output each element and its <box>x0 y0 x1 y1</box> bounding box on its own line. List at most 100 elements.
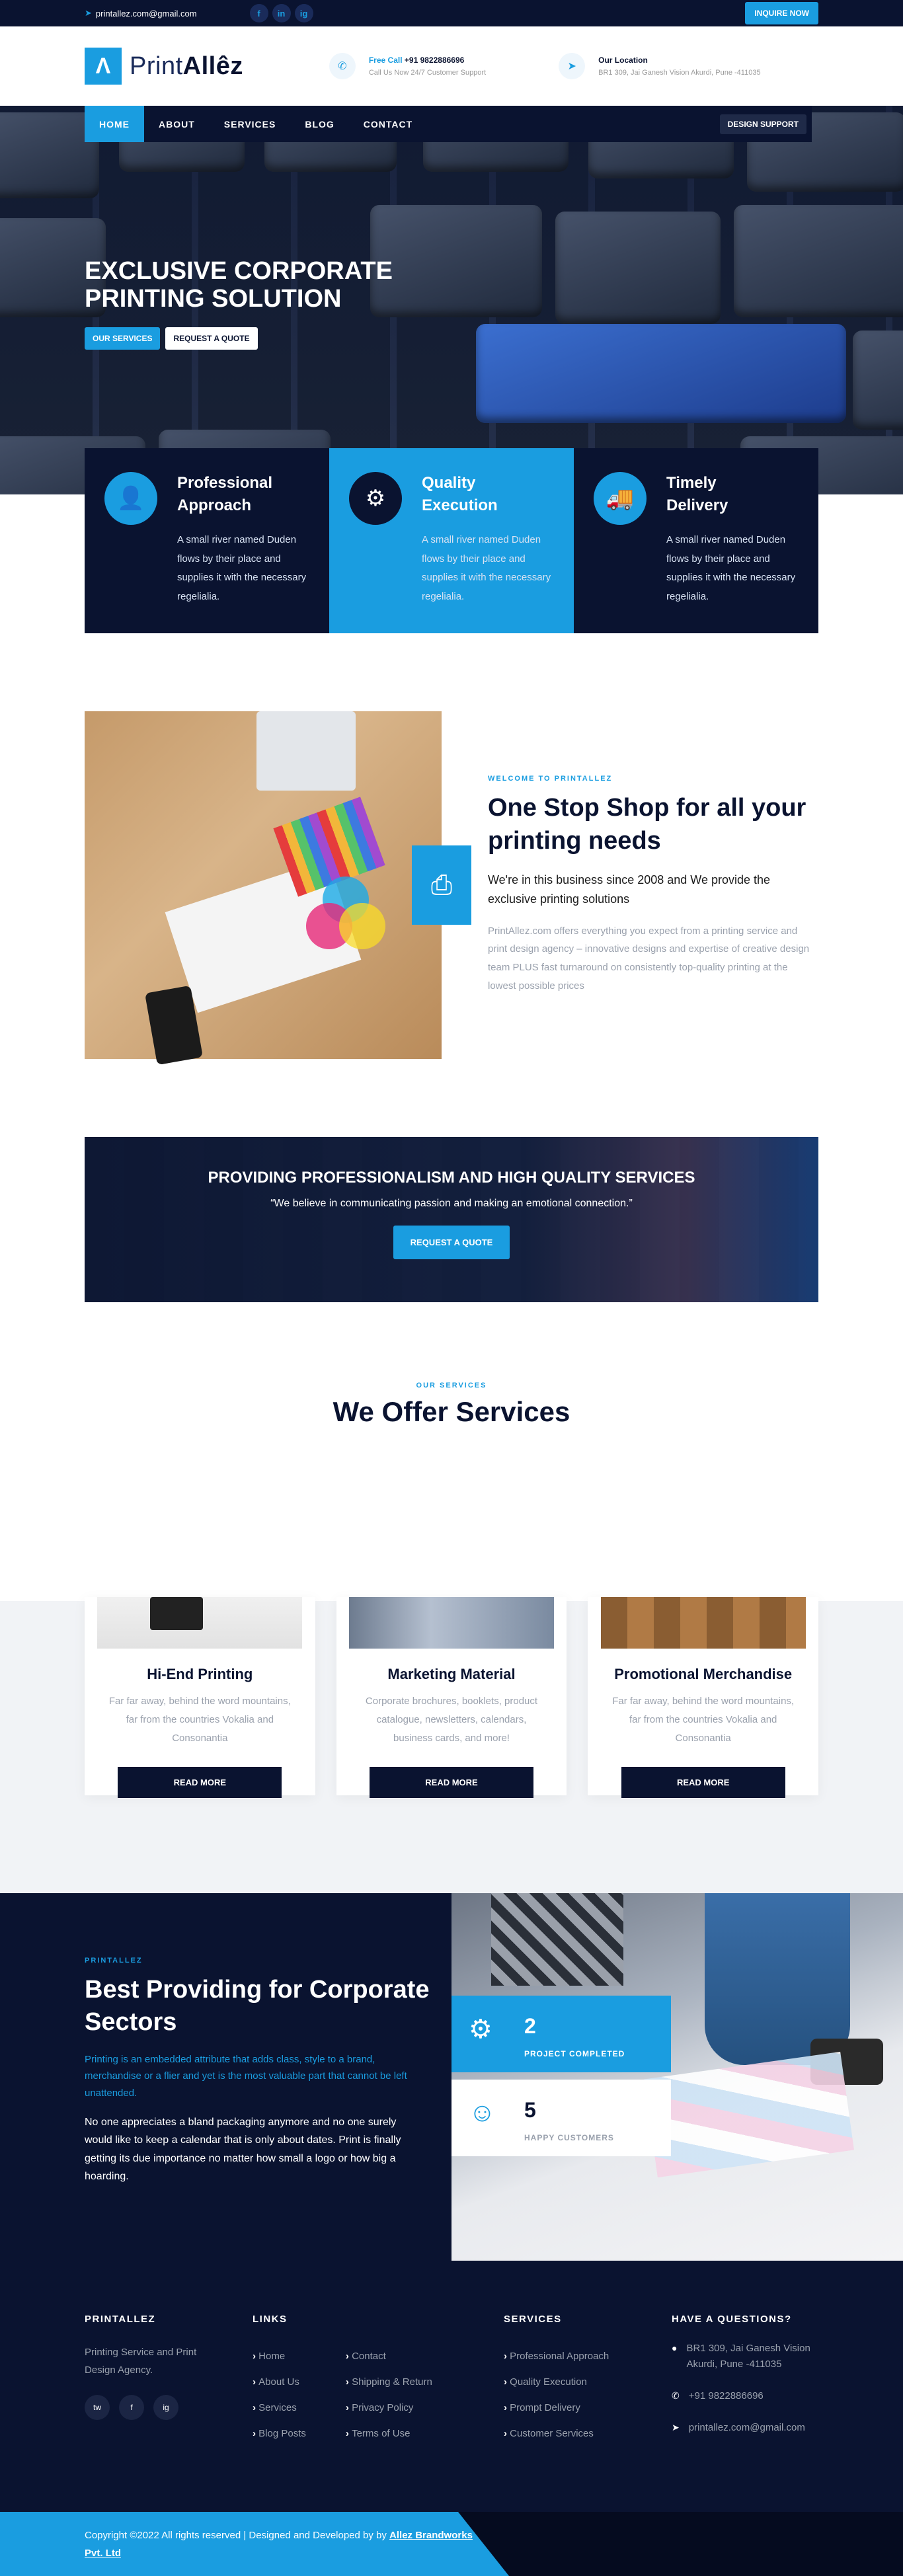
top-email-text: printallez.com@gmail.com <box>95 8 197 19</box>
service-title: Promotional Merchandise <box>614 1666 793 1682</box>
facebook-icon[interactable]: f <box>119 2395 144 2420</box>
footer: PRINTALLEZ Printing Service and Print De… <box>0 2261 903 2512</box>
contact-phone[interactable]: +91 9822886696 <box>405 56 464 65</box>
stat-number: 2 <box>524 2014 536 2038</box>
feature-text: A small river named Duden flows by their… <box>177 534 307 602</box>
request-quote-button[interactable]: REQUEST A QUOTE <box>165 327 258 350</box>
footer-phone-text: +91 9822886696 <box>688 2390 764 2401</box>
printer-icon: ⎙ <box>412 845 471 925</box>
footer-service-link[interactable]: Professional Approach <box>504 2343 672 2369</box>
corporate-body-text: No one appreciates a bland packaging any… <box>85 2117 401 2182</box>
footer-about-text: Printing Service and Print Design Agency… <box>85 2347 197 2376</box>
stat-label: HAPPY CUSTOMERS <box>524 2133 614 2142</box>
nav-contact[interactable]: CONTACT <box>349 106 427 142</box>
about-eyebrow: WELCOME TO PRINTALLEZ <box>488 775 613 783</box>
design-desk-image: ⎙ <box>85 711 471 1066</box>
phone-icon: ✆ <box>672 2390 680 2401</box>
worker-icon: ⚙ <box>469 2015 492 2044</box>
footer-title: PRINTALLEZ <box>85 2314 156 2325</box>
read-more-button[interactable]: READ MORE <box>621 1767 785 1799</box>
footer-link-blog[interactable]: Blog Posts <box>253 2421 306 2446</box>
nav-services[interactable]: SERVICES <box>210 106 291 142</box>
cta-banner: PROVIDING PROFESSIONALISM AND HIGH QUALI… <box>0 1137 903 1302</box>
service-card-promotional-merchandise: Promotional Merchandise Far far away, be… <box>588 1597 819 1799</box>
logo-text-bold: Allêz <box>182 52 243 80</box>
footer-service-link[interactable]: Prompt Delivery <box>504 2395 672 2421</box>
paper-plane-icon: ➤ <box>85 8 92 18</box>
facebook-icon[interactable]: f <box>249 4 268 22</box>
banner-request-quote-button[interactable]: REQUEST A QUOTE <box>393 1226 510 1259</box>
about-heading: One Stop Shop for all your printing need… <box>488 794 806 855</box>
service-text: Far far away, behind the word mountains,… <box>612 1696 795 1744</box>
services-section: Hi-End Printing Far far away, behind the… <box>0 1597 903 1893</box>
footer-link-about[interactable]: About Us <box>253 2369 306 2395</box>
copyright-text: Copyright ©2022 All rights reserved | De… <box>85 2526 481 2562</box>
corporate-highlight-text: Printing is an embedded attribute that a… <box>85 2053 407 2099</box>
footer-services: SERVICES Professional Approach Quality E… <box>504 2314 672 2446</box>
service-title: Hi-End Printing <box>147 1666 253 1682</box>
footer-title: LINKS <box>253 2314 288 2325</box>
instagram-icon[interactable]: ig <box>294 4 313 22</box>
footer-link-shipping[interactable]: Shipping & Return <box>346 2369 432 2395</box>
footer-service-link[interactable]: Customer Services <box>504 2421 672 2446</box>
service-card-hi-end-printing: Hi-End Printing Far far away, behind the… <box>85 1597 315 1799</box>
contact-subtitle: Call Us Now 24/7 Customer Support <box>368 69 487 77</box>
footer-link-privacy[interactable]: Privacy Policy <box>346 2395 432 2421</box>
truck-icon: 🚚 <box>594 472 647 525</box>
design-team-image: ⚙ 2 PROJECT COMPLETED ☺ 5 HAPPY CUSTOMER… <box>451 1893 903 2261</box>
top-email[interactable]: ➤ printallez.com@gmail.com <box>85 8 197 19</box>
footer-phone[interactable]: ✆ +91 9822886696 <box>672 2388 818 2404</box>
instagram-icon[interactable]: ig <box>153 2395 178 2420</box>
footer-service-link[interactable]: Quality Execution <box>504 2369 672 2395</box>
location-arrow-icon: ➤ <box>559 53 586 79</box>
service-image <box>600 1597 806 1649</box>
stat-happy-customers: ☺ 5 HAPPY CUSTOMERS <box>451 2080 671 2156</box>
service-title: Marketing Material <box>387 1666 516 1682</box>
header: Λ PrintAllêz ✆ Free Call +91 9822886696 … <box>0 26 903 106</box>
service-image <box>97 1597 303 1649</box>
features-strip: 👤 Professional Approach A small river na… <box>0 448 903 633</box>
linkedin-icon[interactable]: in <box>272 4 291 22</box>
footer-title: HAVE A QUESTIONS? <box>672 2314 792 2325</box>
twitter-icon[interactable]: tw <box>85 2395 110 2420</box>
logo-text-light: Print <box>130 52 183 80</box>
inquire-now-button[interactable]: INQUIRE NOW <box>745 2 818 24</box>
read-more-button[interactable]: READ MORE <box>118 1767 282 1799</box>
stat-label: PROJECT COMPLETED <box>524 2049 625 2058</box>
footer-link-home[interactable]: Home <box>253 2343 306 2369</box>
footer-social: tw f ig <box>85 2395 253 2420</box>
footer-link-terms[interactable]: Terms of Use <box>346 2421 432 2446</box>
nav-home[interactable]: HOME <box>85 106 144 142</box>
hero-title: EXCLUSIVE CORPORATE PRINTING SOLUTION <box>85 257 393 313</box>
footer-links: LINKS Home About Us Services Blog Posts … <box>253 2314 504 2446</box>
header-location: ➤ Our Location BR1 309, Jai Ganesh Visio… <box>559 53 761 79</box>
nav-about[interactable]: ABOUT <box>144 106 210 142</box>
feature-title: Quality Execution <box>422 474 498 514</box>
stat-number: 5 <box>524 2098 536 2122</box>
footer-email[interactable]: ➤ printallez.com@gmail.com <box>672 2420 818 2436</box>
main-nav: HOME ABOUT SERVICES BLOG CONTACT DESIGN … <box>85 106 812 142</box>
footer-title: SERVICES <box>504 2314 562 2325</box>
corporate-section: PRINTALLEZ Best Providing for Corporate … <box>0 1893 903 2261</box>
footer-link-services[interactable]: Services <box>253 2395 306 2421</box>
design-support-button[interactable]: DESIGN SUPPORT <box>719 114 806 134</box>
banner-quote: “We believe in communicating passion and… <box>270 1198 633 1209</box>
paper-plane-icon: ➤ <box>672 2422 680 2433</box>
logo[interactable]: Λ PrintAllêz <box>85 48 243 85</box>
services-title: We Offer Services <box>333 1396 570 1427</box>
about-body: PrintAllez.com offers everything you exp… <box>488 925 810 992</box>
services-eyebrow: OUR SERVICES <box>416 1382 487 1389</box>
footer-link-contact[interactable]: Contact <box>346 2343 432 2369</box>
contact-line: Free Call +91 9822886696 <box>369 56 486 65</box>
nav-blog[interactable]: BLOG <box>290 106 348 142</box>
copyright-bar: Copyright ©2022 All rights reserved | De… <box>0 2512 903 2576</box>
read-more-button[interactable]: READ MORE <box>370 1767 533 1799</box>
free-call-label: Free Call <box>368 56 403 65</box>
footer-address: ● BR1 309, Jai Ganesh Vision Akurdi, Pun… <box>672 2341 818 2372</box>
service-card-marketing-material: Marketing Material Corporate brochures, … <box>336 1597 567 1799</box>
feature-title: Professional Approach <box>177 474 273 514</box>
our-services-button[interactable]: OUR SERVICES <box>85 327 161 350</box>
top-social-links: f in ig <box>249 4 313 22</box>
header-contact: ✆ Free Call +91 9822886696 Call Us Now 2… <box>329 53 486 79</box>
corporate-eyebrow: PRINTALLEZ <box>85 1957 143 1965</box>
